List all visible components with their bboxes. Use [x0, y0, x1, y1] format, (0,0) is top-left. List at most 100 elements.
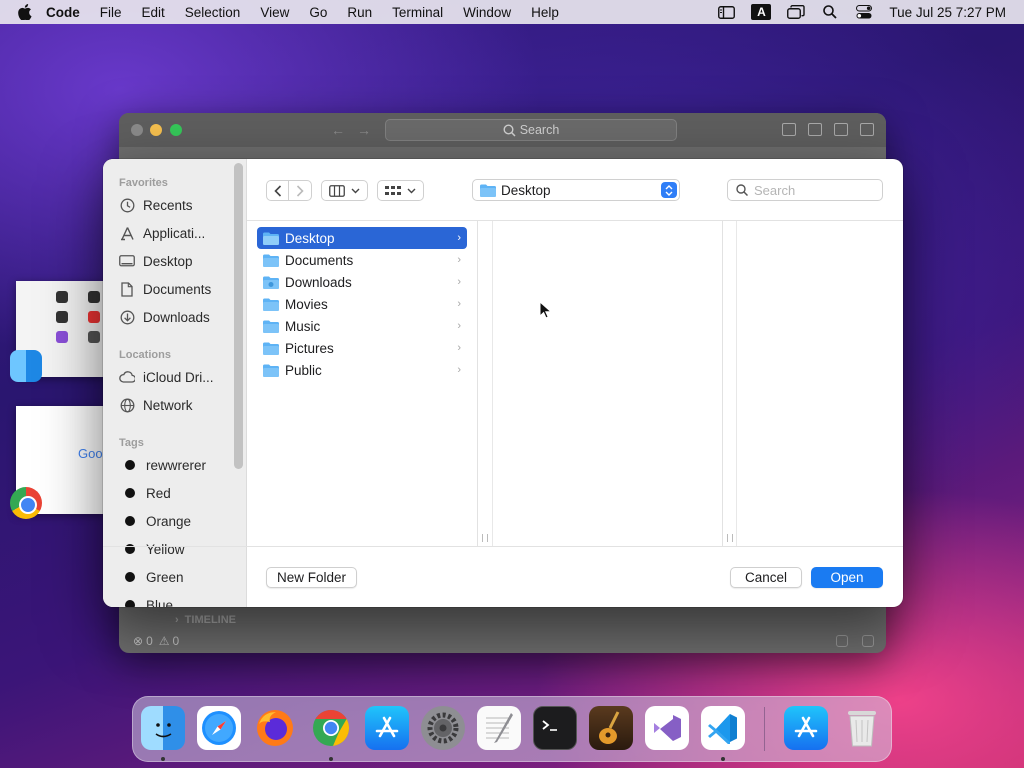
- dock-chrome-icon[interactable]: [309, 706, 353, 750]
- folder-row-pictures[interactable]: Pictures ›: [257, 337, 467, 359]
- sidebar-item-recents[interactable]: Recents: [119, 191, 231, 219]
- menu-go[interactable]: Go: [309, 5, 327, 20]
- folder-row-downloads[interactable]: Downloads ›: [257, 271, 467, 293]
- tag-dot-icon: [125, 488, 135, 498]
- sidebar-item-applications[interactable]: Applicati...: [119, 219, 231, 247]
- menu-app-name[interactable]: Code: [46, 5, 80, 20]
- sidebar-item-desktop[interactable]: Desktop: [119, 247, 231, 275]
- sidebar-tag-rewwrerer[interactable]: rewwrerer: [119, 451, 231, 479]
- toggle-panel-icon[interactable]: [808, 123, 822, 136]
- dock-safari-icon[interactable]: [197, 706, 241, 750]
- chrome-icon[interactable]: [10, 487, 42, 519]
- close-window-button[interactable]: [131, 124, 143, 136]
- folder-name: Movies: [285, 296, 328, 312]
- menu-clock[interactable]: Tue Jul 25 7:27 PM: [889, 5, 1006, 20]
- minimize-window-button[interactable]: [150, 124, 162, 136]
- vscode-command-search[interactable]: Search: [385, 119, 677, 141]
- dock-garageband-icon[interactable]: [589, 706, 633, 750]
- sidebar-item-network[interactable]: Network: [119, 391, 231, 419]
- menu-run[interactable]: Run: [347, 5, 372, 20]
- sidebar-item-downloads[interactable]: Downloads: [119, 303, 231, 331]
- browser-column-2[interactable]: [492, 221, 723, 546]
- menu-help[interactable]: Help: [531, 5, 559, 20]
- apple-icon[interactable]: [18, 4, 32, 20]
- dock-visual-studio-icon[interactable]: [645, 706, 689, 750]
- menu-file[interactable]: File: [100, 5, 122, 20]
- sidebar-toggle-icon[interactable]: [717, 4, 735, 20]
- sidebar-tag-orange[interactable]: Orange: [119, 507, 231, 535]
- warning-count[interactable]: 0: [173, 634, 180, 648]
- vscode-nav-arrows-icon[interactable]: ←→: [331, 122, 383, 138]
- column-view-icon: [329, 184, 345, 197]
- dialog-sidebar: Favorites Recents Applicati... Desktop D…: [103, 159, 247, 607]
- dock-downloads-stack-icon[interactable]: [784, 706, 828, 750]
- sidebar-tag-red[interactable]: Red: [119, 479, 231, 507]
- group-by-button[interactable]: [377, 180, 424, 201]
- notifications-bell-icon[interactable]: [862, 635, 874, 647]
- globe-icon: [119, 397, 135, 413]
- menu-edit[interactable]: Edit: [142, 5, 165, 20]
- column-resize-handle[interactable]: [482, 534, 488, 542]
- timeline-section[interactable]: › TIMELINE: [119, 611, 886, 629]
- dialog-search-field[interactable]: [727, 179, 883, 201]
- error-icon[interactable]: ⊗: [133, 634, 143, 648]
- customize-layout-icon[interactable]: [860, 123, 874, 136]
- column-resize-handle[interactable]: [727, 534, 733, 542]
- folder-name: Pictures: [285, 340, 334, 356]
- folder-row-documents[interactable]: Documents ›: [257, 249, 467, 271]
- dock-textedit-icon[interactable]: [477, 706, 521, 750]
- menu-bar: Code File Edit Selection View Go Run Ter…: [0, 0, 1024, 24]
- dock-trash-icon[interactable]: [840, 706, 884, 750]
- vscode-status-bar: ⊗ 0 ⚠ 0: [119, 629, 886, 653]
- popup-stepper-icon: [661, 182, 677, 198]
- dock-finder-icon[interactable]: [141, 706, 185, 750]
- warning-icon[interactable]: ⚠: [159, 634, 170, 648]
- location-popup[interactable]: Desktop: [472, 179, 680, 201]
- sidebar-item-icloud-drive[interactable]: iCloud Dri...: [119, 363, 231, 391]
- folder-name: Music: [285, 318, 321, 334]
- folder-row-movies[interactable]: Movies ›: [257, 293, 467, 315]
- spotlight-search-icon[interactable]: [821, 4, 839, 20]
- search-icon: [503, 123, 516, 137]
- open-button[interactable]: Open: [811, 567, 883, 588]
- error-count[interactable]: 0: [146, 634, 153, 648]
- mouse-pointer-icon: [539, 301, 551, 319]
- input-source-icon[interactable]: A: [751, 4, 772, 20]
- screen-mirroring-icon[interactable]: [787, 4, 806, 20]
- toggle-secondary-sidebar-icon[interactable]: [834, 123, 848, 136]
- menu-terminal[interactable]: Terminal: [392, 5, 443, 20]
- browser-column-1[interactable]: Desktop › Documents › Downloads › Movies…: [247, 221, 478, 546]
- browser-column-3[interactable]: [736, 221, 903, 546]
- dialog-search-input[interactable]: [754, 182, 874, 198]
- control-center-icon[interactable]: [855, 4, 873, 20]
- back-button[interactable]: [267, 181, 289, 200]
- cancel-button[interactable]: Cancel: [730, 567, 802, 588]
- vscode-layout-controls: [770, 123, 874, 136]
- finder-icon[interactable]: [10, 350, 42, 382]
- forward-button[interactable]: [289, 181, 311, 200]
- menu-window[interactable]: Window: [463, 5, 511, 20]
- applications-icon: [119, 225, 135, 241]
- dock-app-store-icon[interactable]: [365, 706, 409, 750]
- sidebar-scrollbar[interactable]: [234, 163, 243, 469]
- sidebar-item-documents[interactable]: Documents: [119, 275, 231, 303]
- menu-view[interactable]: View: [260, 5, 289, 20]
- folder-icon: [263, 276, 279, 289]
- dock-vscode-icon[interactable]: [701, 706, 745, 750]
- folder-name: Public: [285, 362, 322, 378]
- dock-system-settings-icon[interactable]: [421, 706, 465, 750]
- dock-terminal-icon[interactable]: [533, 706, 577, 750]
- folder-row-desktop[interactable]: Desktop ›: [257, 227, 467, 249]
- feedback-icon[interactable]: [836, 635, 848, 647]
- folder-row-music[interactable]: Music ›: [257, 315, 467, 337]
- new-folder-button[interactable]: New Folder: [266, 567, 357, 588]
- folder-row-public[interactable]: Public ›: [257, 359, 467, 381]
- zoom-window-button[interactable]: [170, 124, 182, 136]
- menu-selection[interactable]: Selection: [185, 5, 241, 20]
- sidebar-item-label: Desktop: [143, 253, 193, 269]
- dock-firefox-icon[interactable]: [253, 706, 297, 750]
- view-mode-button[interactable]: [321, 180, 368, 201]
- toggle-primary-sidebar-icon[interactable]: [782, 123, 796, 136]
- vscode-titlebar: ←→ Search: [119, 113, 886, 147]
- tag-dot-icon: [125, 516, 135, 526]
